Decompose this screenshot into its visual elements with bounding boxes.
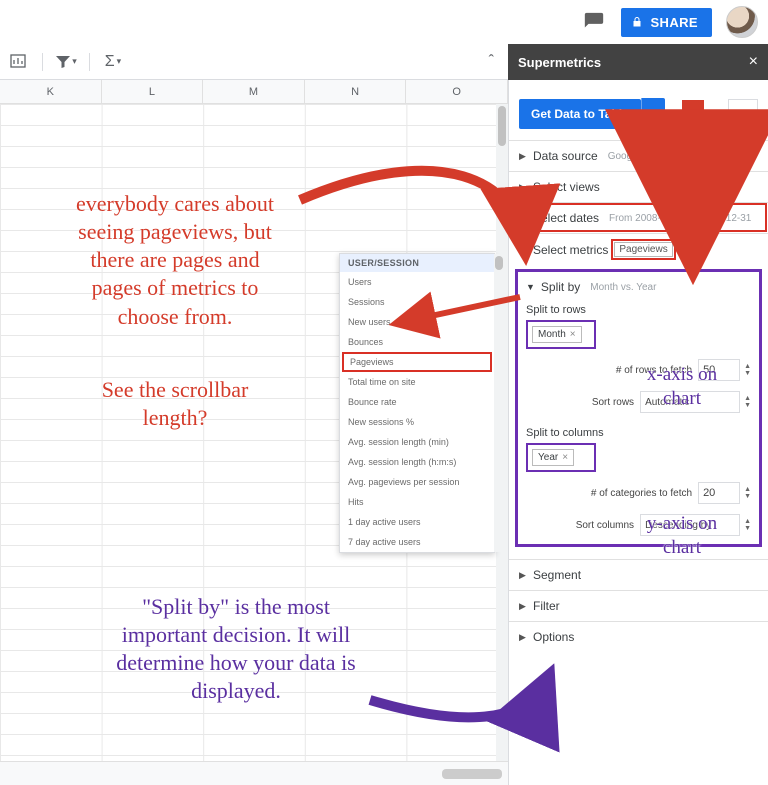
collapse-filter[interactable]: ▶ Filter [509,590,768,621]
stepper-icon[interactable]: ▲▼ [744,518,751,532]
split-rows-label: Split to rows [526,304,751,316]
dropdown-item[interactable]: Avg. session length (min) [340,432,494,452]
split-cols-label: Split to columns [526,427,751,439]
cols-fetch-input[interactable]: 20 [698,482,740,504]
collapse-options[interactable]: ▶ Options [509,621,768,652]
stepper-icon[interactable]: ▲▼ [744,395,751,409]
avatar[interactable] [726,6,758,38]
split-cols-token[interactable]: Year× [532,449,574,466]
collapse-select-metrics[interactable]: ▶ Select metrics Pageviews [509,233,768,265]
dropdown-item[interactable]: Avg. session length (h:m:s) [340,452,494,472]
chevron-right-icon: ▶ [519,151,527,162]
chevron-right-icon: ▶ [519,601,527,612]
dropdown-item[interactable]: New sessions % [340,412,494,432]
collapse-data-source[interactable]: ▶ Data source Google Analytics: bwhiston… [509,140,768,171]
dropdown-item[interactable]: Total time on site [340,372,494,392]
sidebar-body: Get Data to Table ▾ ≡ ▾ ▶ Data source Go… [508,80,768,785]
collapse-split-by[interactable]: ▼ Split by Month vs. Year [526,276,751,298]
collapse-select-dates[interactable]: ▶ Select dates From 2008-01-01 to 2018-1… [509,202,768,233]
annotation-text: See the scrollbarlength? [60,376,290,432]
sheet-toolbar: ▾ Σ▾ ˆ [0,44,508,80]
get-data-split-button[interactable]: ▾ [641,98,665,130]
collapse-select-views[interactable]: ▶ Select views [509,171,768,202]
chevron-right-icon: ▶ [519,213,527,224]
dropdown-item[interactable]: Users [340,272,494,292]
split-cols-field[interactable]: Year× [526,443,596,472]
column-header[interactable]: K [0,80,102,103]
dropdown-item[interactable]: Pageviews [342,352,492,372]
close-icon[interactable]: × [749,53,758,71]
collapse-segment[interactable]: ▶ Segment [509,559,768,590]
annotation-text: y-axis onchart [622,512,742,561]
collapse-toolbar-icon[interactable]: ˆ [489,53,494,71]
chevron-right-icon: ▶ [519,182,527,193]
column-header[interactable]: L [102,80,204,103]
stepper-icon[interactable]: ▲▼ [744,486,751,500]
dropdown-item[interactable]: Hits [340,492,494,512]
chevron-right-icon: ▶ [519,570,527,581]
stepper-icon[interactable]: ▲▼ [744,363,751,377]
sidebar-title: Supermetrics [518,55,601,70]
remove-token-icon[interactable]: × [570,329,576,340]
column-header[interactable]: N [305,80,407,103]
column-header-row: K L M N O [0,80,508,104]
metrics-dropdown[interactable]: USER/SESSION UsersSessionsNew usersBounc… [339,253,495,553]
cols-fetch-label: # of categories to fetch [591,488,692,499]
functions-icon[interactable]: Σ▾ [98,48,128,76]
annotation-text: "Split by" is the mostimportant decision… [76,593,396,706]
sidebar-header: Supermetrics × [508,44,768,80]
split-rows-token[interactable]: Month× [532,326,582,343]
dropdown-item[interactable]: 1 day active users [340,512,494,532]
dropdown-header: USER/SESSION [340,254,494,272]
dropdown-item[interactable]: Sessions [340,292,494,312]
chart-icon[interactable] [4,48,34,76]
horizontal-scrollbar[interactable] [442,769,502,779]
share-label: SHARE [650,15,698,30]
chevron-down-icon: ▼ [526,282,535,292]
comments-icon[interactable] [581,9,607,35]
dropdown-scrollbar[interactable] [494,254,504,552]
sheet-bottombar [0,761,508,785]
annotation-text: x-axis onchart [622,363,742,412]
column-header[interactable]: O [406,80,508,103]
metric-chip: Pageviews [614,242,672,257]
chevron-right-icon: ▶ [519,244,527,255]
column-header[interactable]: M [203,80,305,103]
dropdown-item[interactable]: Bounces [340,332,494,352]
get-data-button[interactable]: Get Data to Table [519,99,641,129]
filter-icon[interactable]: ▾ [51,48,81,76]
annotation-text: everybody cares aboutseeing pageviews, b… [30,190,320,331]
split-rows-field[interactable]: Month× [526,320,596,349]
chevron-right-icon: ▶ [519,632,527,643]
dropdown-item[interactable]: 7 day active users [340,532,494,552]
dropdown-item[interactable]: New users [340,312,494,332]
hamburger-menu-icon[interactable]: ≡ ▾ [728,99,758,129]
dropdown-item[interactable]: Avg. pageviews per session [340,472,494,492]
remove-token-icon[interactable]: × [562,452,568,463]
share-button[interactable]: SHARE [621,8,712,37]
dropdown-item[interactable]: Bounce rate [340,392,494,412]
window-topbar: SHARE [0,0,768,44]
